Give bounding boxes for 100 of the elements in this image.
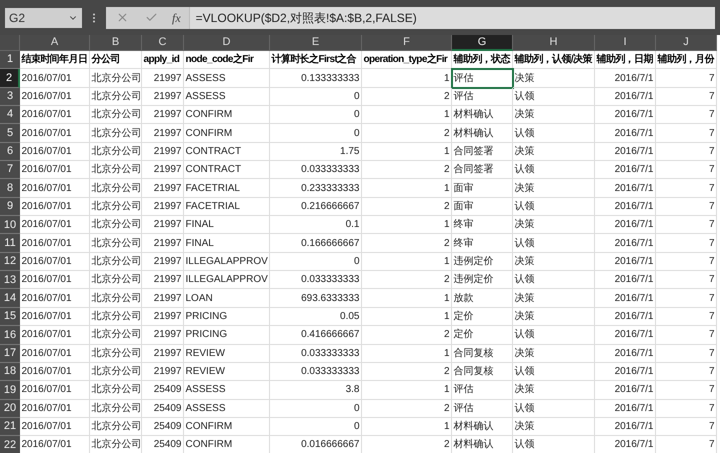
table-cell: 7 [656,234,717,253]
table-cell: 0 [270,106,362,124]
table-cell: 0.133333333 [270,69,362,88]
table-cell: 决策 [513,252,595,272]
column-header[interactable]: A [20,35,90,51]
table-cell: 违例定价 [452,271,513,290]
table-cell: PRICING [184,308,270,326]
table-cell: 决策 [513,216,595,234]
table-cell: ILLEGALAPPROV [184,252,270,272]
row-header[interactable]: 15 [0,308,20,326]
row-header[interactable]: 13 [0,271,20,290]
row-header[interactable]: 9 [0,198,20,216]
table-cell: 21997 [142,69,184,88]
table-cell: 2016/7/1 [595,344,656,363]
table-cell: 北京分公司 [90,161,142,180]
table-cell: FACETRIAL [184,198,270,216]
table-cell: 合同复核 [452,362,513,382]
table-cell: 1 [362,289,452,308]
row-header[interactable]: 2 [0,69,20,88]
table-cell: 7 [656,161,717,180]
row-header[interactable]: 16 [0,326,20,344]
table-cell: 0.166666667 [270,234,362,253]
table-cell: 决策 [513,289,595,308]
table-cell: 北京分公司 [90,271,142,290]
table-cell: 评估 [452,69,513,88]
column-title: 辅助列，月份 [656,51,717,70]
table-cell: 决策 [513,142,595,162]
row-header[interactable]: 6 [0,142,20,162]
table-cell: 2016/07/01 [20,308,90,326]
column-title: 分公司 [90,51,142,70]
row-header[interactable]: 12 [0,252,20,272]
table-cell: 2016/7/1 [595,234,656,253]
table-cell: 2 [362,271,452,290]
row-header[interactable]: 20 [0,400,20,418]
column-header[interactable]: E [270,35,362,51]
table-cell: 2016/07/01 [20,216,90,234]
column-header[interactable]: G [452,35,513,51]
table-cell: 7 [656,106,717,124]
row-header[interactable]: 10 [0,216,20,234]
table-cell: 21997 [142,308,184,326]
formula-input[interactable]: =VLOOKUP($D2,对照表!$A:$B,2,FALSE) [188,6,715,28]
table-cell: 2 [362,124,452,143]
table-cell: 1 [362,418,452,436]
table-cell: 7 [656,418,717,436]
table-cell: 2 [362,161,452,180]
table-cell: 0.416666667 [270,326,362,344]
table-cell: 2016/7/1 [595,381,656,400]
table-cell: 2016/7/1 [595,216,656,234]
row-header[interactable]: 7 [0,161,20,180]
name-box[interactable]: G2 [5,8,82,28]
table-cell: 7 [656,142,717,162]
column-title: operation_type之Fir [362,51,452,70]
table-cell: 北京分公司 [90,400,142,418]
column-title: apply_id [142,51,184,70]
table-cell: 2016/7/1 [595,362,656,382]
table-cell: 0.033333333 [270,344,362,363]
column-header[interactable]: J [656,35,717,51]
table-cell: CONTRACT [184,161,270,180]
table-cell: 2 [362,400,452,418]
table-cell: 0.033333333 [270,362,362,382]
row-header[interactable]: 21 [0,418,20,436]
table-cell: 2016/7/1 [595,400,656,418]
table-cell: 2 [362,198,452,216]
row-header[interactable]: 5 [0,124,20,143]
row-header[interactable]: 17 [0,344,20,363]
column-header[interactable]: H [513,35,595,51]
table-cell: 0.233333333 [270,179,362,198]
column-header[interactable]: I [595,35,656,51]
column-header[interactable]: D [184,35,270,51]
row-header[interactable]: 11 [0,234,20,253]
column-title: 计算时长之First之合 [270,51,362,70]
table-cell: 25409 [142,381,184,400]
table-cell: 定价 [452,326,513,344]
function-button[interactable]: fx [172,8,181,26]
row-header[interactable]: 8 [0,179,20,198]
table-cell: 2016/7/1 [595,88,656,106]
table-cell: 3.8 [270,381,362,400]
column-header[interactable]: F [362,35,452,51]
cancel-icon[interactable] [116,11,129,24]
row-header[interactable]: 4 [0,106,20,124]
row-header[interactable]: 18 [0,362,20,382]
row-header[interactable]: 19 [0,381,20,400]
row-header[interactable]: 14 [0,289,20,308]
table-cell: 2 [362,88,452,106]
row-header[interactable]: 3 [0,88,20,106]
column-header[interactable]: B [90,35,142,51]
table-cell: 2016/07/01 [20,418,90,436]
select-all-corner[interactable] [0,35,20,51]
row-header[interactable]: 22 [0,436,20,453]
column-header[interactable]: C [142,35,184,51]
table-cell: 违例定价 [452,252,513,272]
row-header[interactable]: 1 [0,51,20,70]
column-title: 辅助列，状态 [452,51,513,70]
table-cell: 认领 [513,161,595,180]
table-cell: 7 [656,198,717,216]
table-cell: 2016/7/1 [595,326,656,344]
table-cell: 7 [656,436,717,453]
table-cell: 北京分公司 [90,362,142,382]
table-cell: 693.6333333 [270,289,362,308]
table-cell: 25409 [142,418,184,436]
